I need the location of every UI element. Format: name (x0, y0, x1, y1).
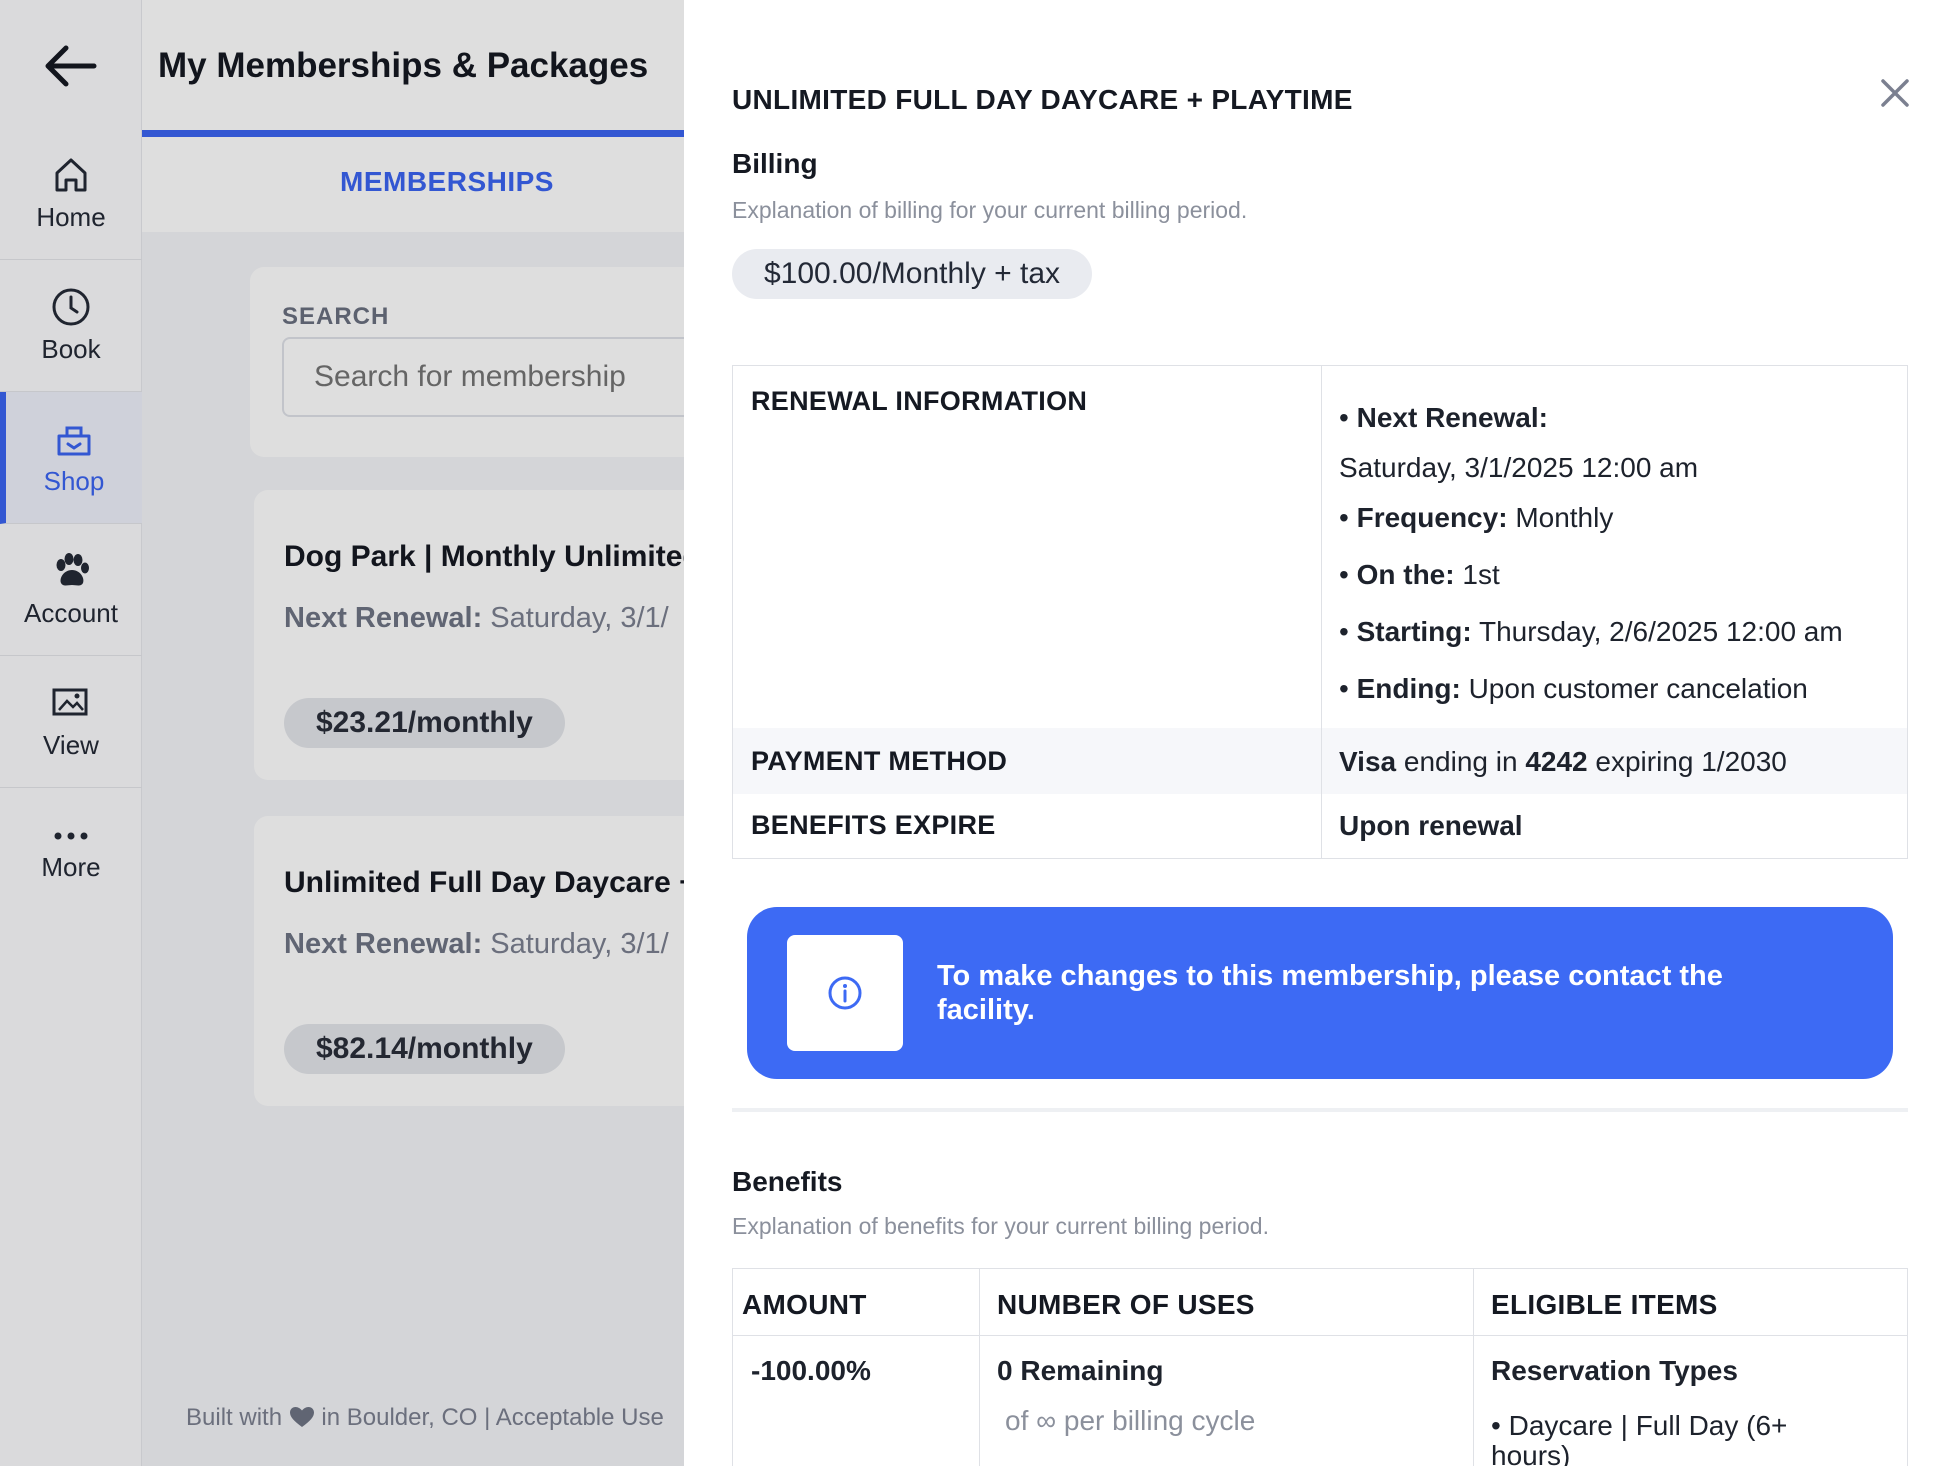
renewal-info-table: RENEWAL INFORMATION • Next Renewal: Satu… (732, 365, 1908, 859)
ending-item: • Ending: Upon customer cancelation (1339, 673, 1808, 704)
benefits-description: Explanation of benefits for your current… (732, 1213, 1269, 1239)
payment-method-label: PAYMENT METHOD (751, 746, 1008, 776)
benefit-uses-detail: of ∞ per billing cycle (1005, 1405, 1256, 1436)
benefits-title: Benefits (732, 1166, 843, 1197)
membership-details-drawer: UNLIMITED FULL DAY DAYCARE + PLAYTIME Bi… (684, 0, 1956, 1466)
billing-title: Billing (732, 148, 818, 179)
benefits-expire-value: Upon renewal (1339, 810, 1523, 841)
payment-method-value: Visa ending in 4242 expiring 1/2030 (1339, 746, 1787, 777)
eligible-items-header: ELIGIBLE ITEMS (1491, 1289, 1718, 1320)
benefits-table: AMOUNT NUMBER OF USES ELIGIBLE ITEMS -10… (732, 1268, 1908, 1466)
notice-text: To make changes to this membership, plea… (937, 960, 1723, 1026)
table-divider (1473, 1269, 1474, 1466)
renewal-info-label: RENEWAL INFORMATION (751, 386, 1088, 416)
on-the-item: • On the: 1st (1339, 559, 1500, 590)
benefit-amount: -100.00% (751, 1355, 871, 1386)
billing-price-badge: $100.00/Monthly + tax (732, 249, 1093, 299)
amount-header: AMOUNT (742, 1289, 867, 1320)
table-divider (979, 1269, 980, 1466)
drawer-title: UNLIMITED FULL DAY DAYCARE + PLAYTIME (732, 84, 1353, 115)
close-icon[interactable] (1878, 76, 1912, 110)
table-divider (1321, 366, 1322, 858)
frequency-item: • Frequency: Monthly (1339, 502, 1614, 533)
contact-facility-notice: To make changes to this membership, plea… (747, 907, 1893, 1079)
table-divider (733, 1335, 1907, 1336)
billing-description: Explanation of billing for your current … (732, 197, 1248, 223)
uses-header: NUMBER OF USES (997, 1289, 1255, 1320)
next-renewal-value: Saturday, 3/1/2025 12:00 am (1339, 452, 1699, 483)
section-divider (732, 1108, 1908, 1112)
benefit-item: • Daycare | Full Day (6+ hours) (1491, 1410, 1788, 1466)
modal-backdrop[interactable] (0, 0, 684, 1466)
starting-item: • Starting: Thursday, 2/6/2025 12:00 am (1339, 616, 1843, 647)
info-icon (787, 935, 903, 1051)
next-renewal-item: • Next Renewal: (1339, 402, 1548, 433)
benefits-expire-label: BENEFITS EXPIRE (751, 810, 996, 840)
benefit-uses-remaining: 0 Remaining (997, 1355, 1164, 1386)
benefit-items-title: Reservation Types (1491, 1355, 1738, 1386)
